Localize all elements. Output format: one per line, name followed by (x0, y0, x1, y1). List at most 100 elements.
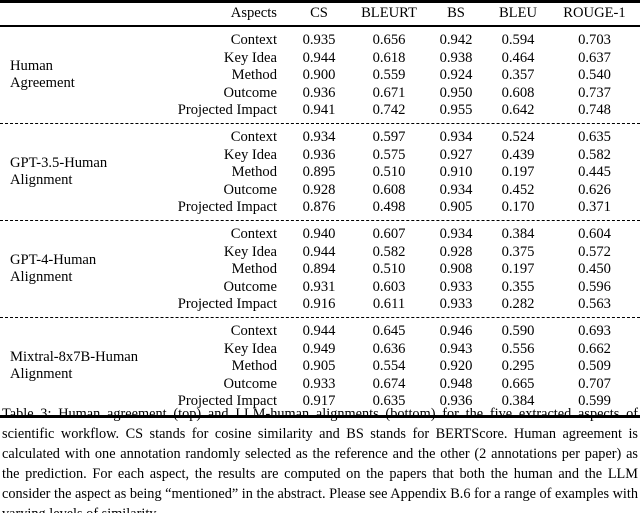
row-group-label: Mixtral-8x7B-Human Alignment (0, 322, 150, 410)
cell-cs: 0.916 (302, 296, 336, 313)
cell-bleu: 0.357 (501, 67, 535, 84)
cell-cs: 0.933 (302, 375, 336, 392)
header-cell-rouge-1: ROUGE-1 (563, 4, 626, 21)
cell-bleurt: 0.608 (372, 181, 406, 198)
cell-aspect: Outcome (223, 181, 278, 198)
header-cell-cs: CS (310, 4, 328, 21)
cell-aspect: Projected Impact (177, 296, 277, 313)
cell-bleurt: 0.559 (372, 67, 406, 84)
group-label-line2: Alignment (10, 269, 73, 286)
table-figure-page: Aspects CS BLEURT BS BLEU ROUGE-1 Human Agreeme… (0, 0, 640, 513)
cell-aspect: Key Idea (223, 49, 277, 66)
cell-aspect: Method (231, 261, 277, 278)
cell-bleu: 0.556 (501, 340, 535, 357)
cell-bleurt: 0.656 (372, 32, 406, 48)
cell-rouge1: 0.509 (578, 358, 611, 375)
cell-rouge1: 0.707 (578, 375, 611, 392)
cell-aspect: Outcome (223, 278, 278, 295)
cell-bs: 0.910 (439, 164, 473, 181)
cell-rouge1: 0.572 (578, 243, 611, 260)
cell-rouge1: 0.540 (578, 67, 611, 84)
cell-cs: 0.941 (302, 102, 336, 119)
cell-bleu: 0.295 (501, 358, 535, 375)
cell-bleurt: 0.510 (372, 261, 406, 278)
cell-rouge1: 0.662 (578, 340, 611, 357)
cell-cs: 0.895 (302, 164, 336, 181)
cell-cs: 0.928 (302, 181, 336, 198)
cell-aspect: Context (230, 225, 277, 242)
cell-aspect: Context (230, 128, 277, 145)
cell-bleurt: 0.742 (372, 102, 406, 119)
cell-bleurt: 0.554 (372, 358, 406, 375)
cell-bs: 0.934 (439, 225, 473, 242)
cell-aspect: Key Idea (223, 146, 277, 163)
cell-bleu: 0.594 (501, 32, 535, 48)
row-group-label: Human Agreement (0, 32, 150, 120)
cell-bleu: 0.608 (501, 84, 535, 101)
table-header-row: Aspects CS BLEURT BS BLEU ROUGE-1 (0, 3, 640, 25)
cell-bleu: 0.282 (501, 296, 535, 313)
cell-bs: 0.905 (439, 199, 473, 216)
cell-rouge1: 0.450 (578, 261, 611, 278)
cell-bs: 0.943 (439, 340, 473, 357)
cell-rouge1: 0.596 (578, 278, 611, 295)
cell-bs: 0.933 (439, 278, 473, 295)
cell-bleu: 0.355 (501, 278, 535, 295)
cell-bleu: 0.524 (501, 128, 535, 145)
cell-cs: 0.894 (302, 261, 336, 278)
cell-rouge1: 0.604 (578, 225, 611, 242)
table-rule-dashed (0, 119, 640, 128)
cell-cs: 0.944 (302, 322, 336, 339)
cell-bleurt: 0.607 (372, 225, 406, 242)
cell-bs: 0.942 (439, 32, 473, 48)
cell-aspect: Context (230, 32, 277, 48)
cell-rouge1: 0.703 (578, 32, 611, 48)
results-table: Aspects CS BLEURT BS BLEU ROUGE-1 Human Agreeme… (0, 0, 640, 419)
group-label-line2: Agreement (10, 75, 75, 92)
cell-cs: 0.944 (302, 49, 336, 66)
table-rule-dashed (0, 313, 640, 322)
cell-bleu: 0.590 (501, 322, 535, 339)
cell-bs: 0.928 (439, 243, 473, 260)
cell-bleurt: 0.671 (372, 84, 406, 101)
caption-text: Human agreement (top) and LLM-human alig… (2, 406, 639, 513)
group-label-line2: Alignment (10, 172, 73, 189)
cell-rouge1: 0.563 (578, 296, 611, 313)
cell-cs: 0.949 (302, 340, 336, 357)
cell-bleurt: 0.611 (372, 296, 406, 313)
row-group-label: GPT-4-Human Alignment (0, 225, 150, 313)
cell-aspect: Method (231, 164, 277, 181)
cell-bleu: 0.665 (501, 375, 535, 392)
rule-line (0, 317, 640, 319)
cell-bleu: 0.439 (501, 146, 535, 163)
cell-bleurt: 0.597 (372, 128, 406, 145)
cell-bs: 0.946 (439, 322, 473, 339)
cell-cs: 0.935 (302, 32, 336, 48)
group-label-line1: Mixtral-8x7B-Human (10, 348, 139, 365)
cell-bleurt: 0.510 (372, 164, 406, 181)
group-label-line1: Human (10, 57, 53, 74)
table-rule-dashed (0, 216, 640, 225)
cell-rouge1: 0.748 (578, 102, 611, 119)
cell-aspect: Method (231, 67, 277, 84)
row-group-label: GPT-3.5-Human Alignment (0, 128, 150, 216)
table-row: Mixtral-8x7B-Human Alignment Context 0.944 0… (0, 322, 640, 383)
cell-cs: 0.876 (302, 199, 336, 216)
cell-aspect: Key Idea (223, 340, 277, 357)
cell-bleurt: 0.636 (372, 340, 406, 357)
table-row: GPT-3.5-Human Alignment Context 0.934 0.597 0… (0, 128, 640, 189)
cell-aspect: Projected Impact (177, 102, 277, 119)
cell-cs: 0.944 (302, 243, 336, 260)
cell-bs: 0.927 (439, 146, 473, 163)
cell-bs: 0.933 (439, 296, 473, 313)
group-label-line1: GPT-3.5-Human (10, 154, 108, 171)
rule-line (0, 123, 640, 125)
cell-bleu: 0.375 (501, 243, 535, 260)
cell-aspect: Outcome (223, 84, 278, 101)
cell-bs: 0.908 (439, 261, 473, 278)
cell-bs: 0.934 (439, 181, 473, 198)
cell-aspect: Method (231, 358, 277, 375)
cell-bleu: 0.170 (501, 199, 535, 216)
cell-cs: 0.936 (302, 84, 336, 101)
table-row: Human Agreement Context 0.935 0.656 0.942 0.59… (0, 32, 640, 92)
